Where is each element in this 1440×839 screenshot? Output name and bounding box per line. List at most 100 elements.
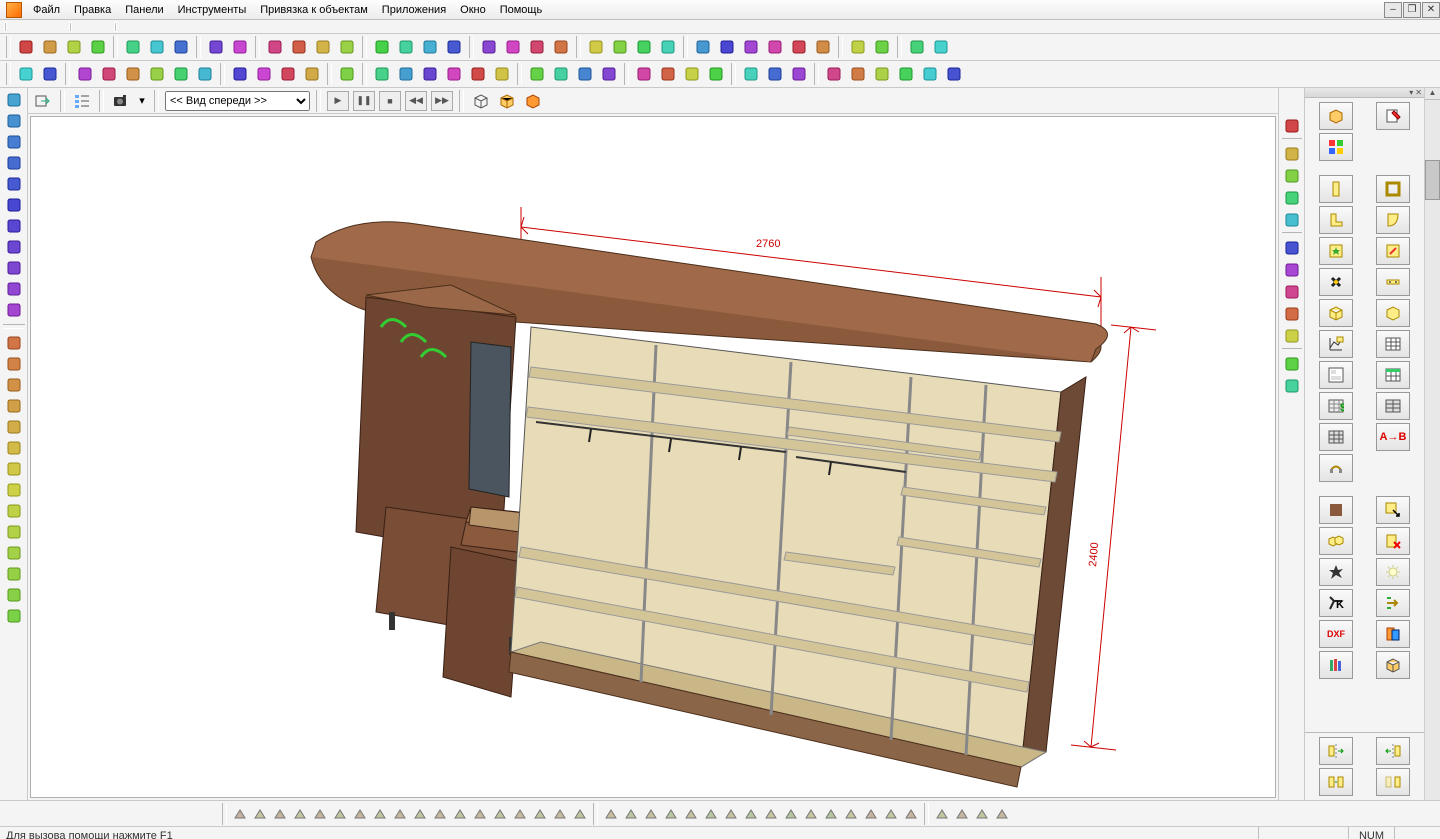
s22-icon[interactable] — [662, 805, 680, 823]
scale-icon[interactable] — [419, 36, 441, 58]
s26-icon[interactable] — [742, 805, 760, 823]
circle-icon[interactable] — [2, 111, 26, 131]
iso-shade-icon[interactable] — [496, 90, 518, 112]
edge-icon[interactable] — [1281, 144, 1303, 164]
zoom-out-icon[interactable] — [609, 36, 631, 58]
shade-icon[interactable] — [764, 36, 786, 58]
s35-icon[interactable] — [933, 805, 951, 823]
pull-icon[interactable] — [467, 63, 489, 85]
s31-icon[interactable] — [842, 805, 860, 823]
tex4-icon[interactable] — [764, 63, 786, 85]
s10-icon[interactable] — [411, 805, 429, 823]
box5-icon[interactable] — [170, 63, 192, 85]
tex3-icon[interactable] — [740, 63, 762, 85]
sketch-icon[interactable] — [2, 300, 26, 320]
list-icon[interactable] — [71, 90, 93, 112]
one-icon[interactable] — [1281, 354, 1303, 374]
rp-fitting-icon[interactable] — [1376, 268, 1410, 296]
dim11-icon[interactable] — [2, 543, 26, 563]
s27-icon[interactable] — [762, 805, 780, 823]
dim4-icon[interactable] — [2, 396, 26, 416]
tex5-icon[interactable] — [788, 63, 810, 85]
s34-icon[interactable] — [902, 805, 920, 823]
sun-icon[interactable] — [847, 36, 869, 58]
snap-icon[interactable] — [716, 36, 738, 58]
rp-spec2-icon[interactable] — [1319, 423, 1353, 451]
arc-icon[interactable] — [2, 132, 26, 152]
line-icon[interactable] — [2, 90, 26, 110]
iso-wire-icon[interactable] — [470, 90, 492, 112]
rp-cursor-icon[interactable] — [1376, 496, 1410, 524]
rp-dxf-icon[interactable]: DXF — [1319, 620, 1353, 648]
cut-icon[interactable] — [122, 36, 144, 58]
open-icon[interactable] — [39, 36, 61, 58]
rotate-icon[interactable] — [395, 36, 417, 58]
menu-apps[interactable]: Приложения — [375, 2, 453, 18]
edge2-icon[interactable] — [253, 63, 275, 85]
rp-ab-icon[interactable]: A→B — [1376, 423, 1410, 451]
mat1-icon[interactable] — [823, 63, 845, 85]
pan-icon[interactable] — [657, 36, 679, 58]
box3-icon[interactable] — [122, 63, 144, 85]
home-icon[interactable] — [1281, 116, 1303, 136]
iso-tex-icon[interactable] — [522, 90, 544, 112]
rp-table-icon[interactable] — [1376, 330, 1410, 358]
pause-button[interactable]: ❚❚ — [353, 91, 375, 111]
box2-icon[interactable] — [98, 63, 120, 85]
rp-explode-icon[interactable] — [1319, 558, 1353, 586]
viewport[interactable]: 2760 1100 2400 — [30, 116, 1276, 798]
face-icon[interactable] — [301, 63, 323, 85]
zoom-icon[interactable] — [1281, 326, 1303, 346]
dim5-icon[interactable] — [2, 417, 26, 437]
dim1-icon[interactable] — [2, 333, 26, 353]
edge3-icon[interactable] — [277, 63, 299, 85]
s11-icon[interactable] — [431, 805, 449, 823]
s30-icon[interactable] — [822, 805, 840, 823]
dim6-icon[interactable] — [2, 438, 26, 458]
group-icon[interactable] — [478, 36, 500, 58]
two-icon[interactable] — [1281, 376, 1303, 396]
zoom-win-icon[interactable] — [39, 63, 61, 85]
s9-icon[interactable] — [391, 805, 409, 823]
rp-assembly-icon[interactable] — [1319, 527, 1353, 555]
right-scrollbar[interactable]: ▲ — [1424, 88, 1440, 800]
rp-panel-edit-icon[interactable] — [1376, 237, 1410, 265]
edge1-icon[interactable] — [229, 63, 251, 85]
s18-icon[interactable] — [571, 805, 589, 823]
wire-icon[interactable] — [740, 36, 762, 58]
rp-light-icon[interactable] — [1376, 558, 1410, 586]
rp-panel-frame-icon[interactable] — [1376, 175, 1410, 203]
dim-v-icon[interactable] — [395, 63, 417, 85]
tex1-icon[interactable] — [681, 63, 703, 85]
s4-icon[interactable] — [291, 805, 309, 823]
rp-calc-icon[interactable]: $ — [1319, 392, 1353, 420]
box6-icon[interactable] — [194, 63, 216, 85]
view-dropdown[interactable]: << Вид спереди >> — [165, 91, 310, 111]
copy-icon[interactable] — [146, 36, 168, 58]
point-icon[interactable] — [2, 237, 26, 257]
curve-icon[interactable] — [1281, 166, 1303, 186]
mat3-icon[interactable] — [871, 63, 893, 85]
drill-icon[interactable] — [633, 63, 655, 85]
rp-box3d-icon[interactable] — [1376, 651, 1410, 679]
rp-graph-icon[interactable] — [1319, 330, 1353, 358]
camera-dd-icon[interactable]: ▾ — [136, 90, 148, 112]
rp-panel-v-icon[interactable] — [1319, 175, 1353, 203]
render-icon[interactable] — [788, 36, 810, 58]
s19-icon[interactable] — [602, 805, 620, 823]
align-icon[interactable] — [491, 63, 513, 85]
panel-icon[interactable] — [657, 63, 679, 85]
rp-panel-curve-icon[interactable] — [1376, 206, 1410, 234]
hatch-icon[interactable] — [2, 216, 26, 236]
rp-copy-v-icon[interactable] — [1376, 768, 1410, 796]
line-icon[interactable] — [336, 36, 358, 58]
s7-icon[interactable] — [351, 805, 369, 823]
dim7-icon[interactable] — [2, 459, 26, 479]
dim14-icon[interactable] — [2, 606, 26, 626]
mat5-icon[interactable] — [919, 63, 941, 85]
s1-icon[interactable] — [231, 805, 249, 823]
lasso-icon[interactable] — [312, 36, 334, 58]
s6-icon[interactable] — [331, 805, 349, 823]
move-icon[interactable] — [371, 36, 393, 58]
rp-dir-icon[interactable] — [1376, 589, 1410, 617]
